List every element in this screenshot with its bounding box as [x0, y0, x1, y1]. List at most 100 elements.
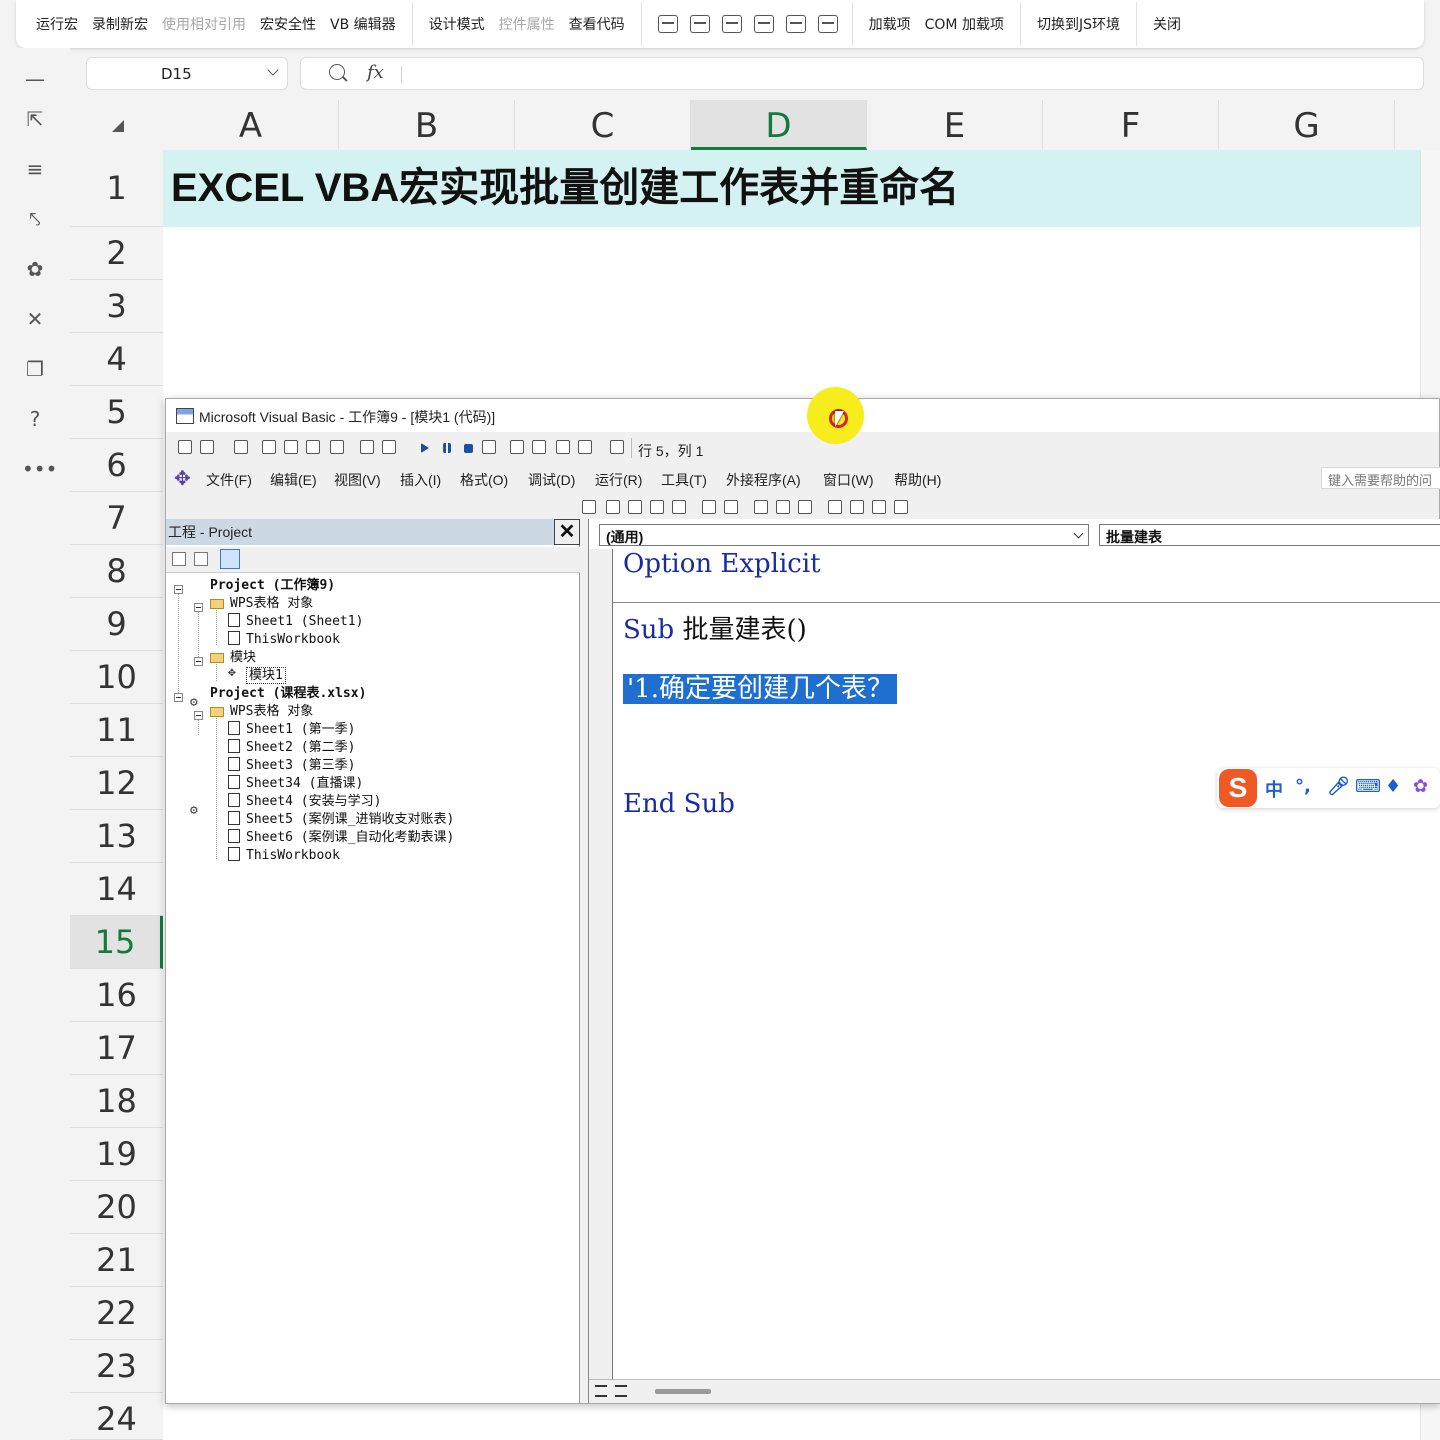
com-add-ins-button[interactable]: COM 加载项: [925, 14, 1004, 34]
row-header[interactable]: 11: [70, 704, 163, 757]
view-object-icon[interactable]: [194, 552, 208, 566]
adjust-sliders-icon[interactable]: ≡: [22, 156, 48, 182]
sogou-logo-icon[interactable]: S: [1219, 769, 1257, 807]
row-header[interactable]: 2: [70, 227, 163, 280]
complete-word-icon[interactable]: [672, 500, 686, 514]
mic-icon[interactable]: 🎤︎: [1327, 776, 1350, 797]
procedure-dropdown[interactable]: 批量建表: [1099, 524, 1440, 546]
tree-sheet1[interactable]: Sheet1 (Sheet1): [228, 613, 363, 631]
outdent-icon[interactable]: [724, 500, 738, 514]
save-icon[interactable]: [234, 440, 248, 454]
row-header[interactable]: 3: [70, 280, 163, 333]
tools-icon[interactable]: ✕: [22, 306, 48, 332]
tree-sheet[interactable]: Sheet6 (案例课_自动化考勤表课): [228, 829, 454, 847]
toolbox-icon[interactable]: [578, 440, 592, 454]
tree-thisworkbook[interactable]: ThisWorkbook: [228, 847, 340, 865]
ai-assistant-icon[interactable]: ✿: [22, 256, 48, 282]
formula-bar[interactable]: fx: [300, 57, 1424, 90]
function-icon[interactable]: fx: [367, 62, 384, 83]
menu-window[interactable]: 窗口(W): [823, 470, 874, 490]
tree-sheet[interactable]: Sheet5 (案例课_进销收支对账表): [228, 811, 454, 829]
toggle-breakpoint-icon[interactable]: [754, 500, 768, 514]
column-header-d[interactable]: D: [691, 100, 867, 150]
row-header[interactable]: 19: [70, 1128, 163, 1181]
object-dropdown[interactable]: (通用): [599, 524, 1089, 546]
menu-view[interactable]: 视图(V): [334, 470, 381, 490]
row-header[interactable]: 6: [70, 439, 163, 492]
control-properties-button[interactable]: 控件属性: [499, 14, 555, 34]
help-icon[interactable]: ?: [22, 406, 48, 432]
row-header[interactable]: 20: [70, 1181, 163, 1234]
project-pane-header[interactable]: 工程 - Project ✕: [166, 519, 580, 545]
tree-sheet[interactable]: Sheet1 (第一季): [228, 721, 355, 739]
vb-editor-button[interactable]: VB 编辑器: [330, 14, 396, 34]
view-excel-icon[interactable]: [178, 440, 192, 454]
horizontal-scrollbar[interactable]: [655, 1389, 711, 1394]
relative-reference-button[interactable]: 使用相对引用: [162, 14, 246, 34]
apps-icon[interactable]: ✿: [1413, 776, 1428, 797]
tree-thisworkbook[interactable]: ThisWorkbook: [228, 631, 340, 649]
toggle-folders-icon[interactable]: [220, 549, 240, 569]
row-header[interactable]: 14: [70, 863, 163, 916]
menu-edit[interactable]: 编辑(E): [270, 470, 317, 490]
collapse-toggle[interactable]: [174, 693, 183, 702]
row-header[interactable]: 5: [70, 386, 163, 439]
reset-icon[interactable]: [464, 444, 473, 453]
help-icon[interactable]: [610, 440, 624, 454]
row-header[interactable]: 24: [70, 1393, 163, 1440]
row-header[interactable]: 4: [70, 333, 163, 386]
parameter-info-icon[interactable]: [650, 500, 664, 514]
copy-icon[interactable]: [284, 440, 298, 454]
row-header[interactable]: 13: [70, 810, 163, 863]
row-header[interactable]: 7: [70, 492, 163, 545]
close-icon[interactable]: ✕: [554, 519, 580, 545]
row-header[interactable]: 1: [70, 150, 163, 227]
select-pointer-icon[interactable]: ⇱: [22, 106, 48, 132]
list-properties-icon[interactable]: [582, 500, 596, 514]
next-bookmark-icon[interactable]: [850, 500, 864, 514]
list-box-control-icon[interactable]: [689, 15, 710, 33]
menu-file[interactable]: 文件(F): [206, 470, 252, 490]
column-header-e[interactable]: E: [867, 100, 1043, 150]
spin-button-control-icon[interactable]: [721, 15, 742, 33]
design-mode-icon[interactable]: [482, 440, 496, 454]
row-header[interactable]: 22: [70, 1287, 163, 1340]
code-line-sub[interactable]: Sub 批量建表(): [623, 609, 807, 646]
title-cell-a1[interactable]: EXCEL VBA宏实现批量创建工作表并重命名: [163, 150, 1420, 227]
clear-bookmarks-icon[interactable]: [894, 500, 908, 514]
row-header[interactable]: 16: [70, 969, 163, 1022]
image-control-icon[interactable]: [785, 15, 806, 33]
column-header-f[interactable]: F: [1043, 100, 1219, 150]
menu-help[interactable]: 帮助(H): [894, 470, 941, 490]
properties-window-icon[interactable]: [532, 440, 546, 454]
tree-sheet[interactable]: Sheet3 (第三季): [228, 757, 355, 775]
break-icon[interactable]: [443, 443, 451, 453]
tree-project-course[interactable]: Project (课程表.xlsx): [190, 685, 366, 820]
uncomment-block-icon[interactable]: [798, 500, 812, 514]
row-header[interactable]: 15: [70, 916, 163, 969]
code-line-option-explicit[interactable]: Option Explicit: [623, 549, 821, 579]
collapse-icon[interactable]: —: [22, 66, 48, 92]
keyboard-icon[interactable]: ⌨: [1355, 776, 1381, 797]
transform-icon[interactable]: ⤣: [22, 206, 48, 232]
collapse-toggle[interactable]: [194, 711, 203, 720]
indent-icon[interactable]: [702, 500, 716, 514]
paste-icon[interactable]: [306, 440, 320, 454]
menu-format[interactable]: 格式(O): [460, 470, 508, 490]
macro-security-button[interactable]: 宏安全性: [260, 14, 316, 34]
project-explorer-icon[interactable]: [510, 440, 524, 454]
redo-icon[interactable]: [382, 440, 396, 454]
tree-module1[interactable]: 模块1: [228, 664, 286, 685]
row-header[interactable]: 12: [70, 757, 163, 810]
frame-control-icon[interactable]: [817, 15, 838, 33]
list-constants-icon[interactable]: [606, 500, 620, 514]
code-editor[interactable]: Option Explicit Sub 批量建表() '1.确定要创建几个表？ …: [589, 549, 1440, 1379]
run-icon[interactable]: [421, 443, 429, 453]
row-header[interactable]: 17: [70, 1022, 163, 1075]
row-header[interactable]: 23: [70, 1340, 163, 1393]
more-icon[interactable]: •••: [22, 456, 57, 482]
skin-icon[interactable]: ♦: [1385, 776, 1401, 797]
code-line-comment[interactable]: '1.确定要创建几个表？: [623, 668, 897, 705]
comment-block-icon[interactable]: [776, 500, 790, 514]
tree-sheet[interactable]: Sheet34 (直播课): [228, 775, 363, 793]
